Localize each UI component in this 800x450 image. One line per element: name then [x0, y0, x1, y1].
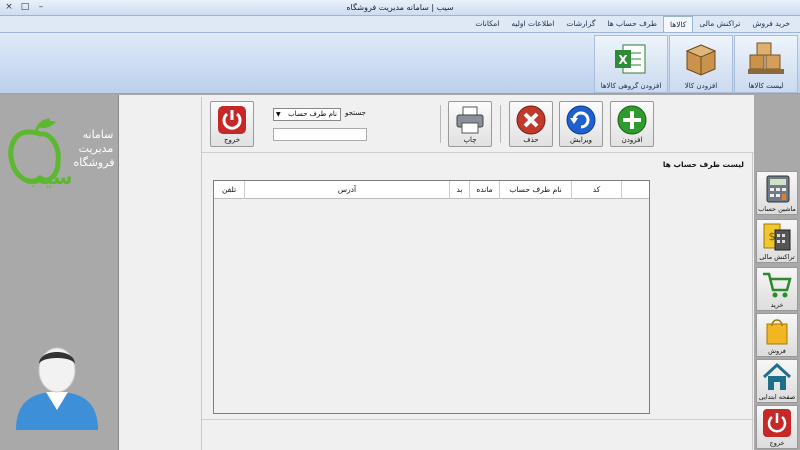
power-icon	[218, 106, 246, 134]
add-button[interactable]: افزودن	[610, 101, 654, 147]
ribbon-panel: لیست کالاها افزودن کالا X افزودن گروهی ک…	[0, 32, 800, 94]
cart-icon	[763, 272, 792, 298]
sidebar-item-label: خرید	[770, 301, 784, 309]
shopping-bag-icon	[766, 319, 788, 345]
sidebar-item-buy[interactable]: خرید	[756, 267, 798, 311]
refresh-icon	[566, 105, 596, 135]
logo-line3: فروشگاه	[73, 156, 114, 169]
sidebar-item-sell[interactable]: فروش	[756, 313, 798, 357]
edit-label: ویرایش	[569, 136, 592, 144]
print-button[interactable]: چاپ	[448, 101, 492, 147]
tab-reports[interactable]: گزارشات	[560, 16, 601, 32]
user-avatar	[16, 347, 98, 430]
products-list-label: لیست کالاها	[748, 82, 784, 90]
main-area: افزودن ویرایش حذف چاپ جستجو ▼ نام طرف حس…	[118, 95, 754, 450]
footer-divider	[202, 419, 754, 420]
tab-financial-transactions[interactable]: تراکنش مالی	[693, 16, 746, 32]
toolbar-separator	[440, 105, 441, 143]
add-product-label: افزودن کالا	[684, 82, 718, 90]
add-product-button[interactable]: افزودن کالا	[669, 35, 733, 93]
ribbon-tabs: خرید فروش تراکنش مالی کالاها طرف حساب ها…	[0, 16, 800, 32]
column-debit[interactable]: بد	[449, 181, 469, 199]
products-list-button[interactable]: لیست کالاها	[734, 35, 798, 93]
accounts-form: افزودن ویرایش حذف چاپ جستجو ▼ نام طرف حس…	[201, 97, 754, 450]
app-logo: سامانه مدیریت فروشگاه سیب	[8, 118, 115, 189]
boxes-stack-icon	[748, 42, 784, 74]
add-label: افزودن	[621, 136, 643, 144]
delete-label: حذف	[523, 136, 539, 144]
exit-label: خروج	[223, 136, 241, 144]
search-field-select[interactable]: ▼ نام طرف حساب	[273, 108, 341, 121]
bulk-add-products-button[interactable]: X افزودن گروهی کالاها	[594, 35, 668, 93]
column-address[interactable]: آدرس	[244, 181, 449, 199]
sidebar-item-label: تراکنش مالی	[759, 253, 795, 261]
sidebar-item-label: خروج	[769, 439, 785, 447]
chevron-down-icon: ▼	[276, 111, 281, 118]
tab-buy-sell[interactable]: خرید فروش	[746, 16, 796, 32]
svg-text:X: X	[618, 53, 628, 67]
print-label: چاپ	[463, 136, 477, 144]
delete-icon	[516, 105, 546, 135]
toolbar: افزودن ویرایش حذف چاپ جستجو ▼ نام طرف حس…	[202, 97, 754, 153]
sidebar-item-label: فروش	[768, 347, 786, 355]
right-sidebar: ماشین حساب $ تراکنش مالی خرید فروش صفحه …	[754, 95, 800, 450]
search-input[interactable]	[273, 128, 367, 141]
tab-accounts[interactable]: طرف حساب ها	[601, 16, 663, 32]
exit-button[interactable]: خروج	[210, 101, 254, 147]
excel-icon: X	[615, 44, 646, 74]
window-title: سیب | سامانه مدیریت فروشگاه	[346, 3, 454, 12]
edit-button[interactable]: ویرایش	[559, 101, 603, 147]
tab-products[interactable]: کالاها	[663, 16, 694, 32]
logo-line2: مدیریت	[79, 142, 114, 155]
sidebar-item-calculator[interactable]: ماشین حساب	[756, 171, 798, 215]
search-field-value: نام طرف حساب	[288, 110, 337, 118]
money-calculator-icon: $	[763, 223, 791, 251]
accounts-table[interactable]: کد نام طرف حساب مانده بد آدرس تلفن	[213, 180, 650, 414]
box-icon	[685, 44, 717, 76]
title-bar: × □ – سیب | سامانه مدیریت فروشگاه	[0, 0, 800, 16]
printer-icon	[456, 106, 484, 134]
sidebar-item-home[interactable]: صفحه ابتدایی	[756, 359, 798, 403]
logo-line1: سامانه	[83, 128, 114, 141]
row-header-cell	[621, 181, 649, 199]
search-label: جستجو	[345, 109, 366, 117]
sidebar-item-financial[interactable]: $ تراکنش مالی	[756, 219, 798, 263]
tab-features[interactable]: امکانات	[469, 16, 505, 32]
svg-text:$: $	[769, 230, 776, 243]
table-header: کد نام طرف حساب مانده بد آدرس تلفن	[214, 181, 649, 199]
sidebar-item-exit[interactable]: خروج	[756, 405, 798, 449]
calculator-icon	[766, 175, 790, 203]
power-icon	[763, 409, 791, 437]
home-icon	[762, 362, 792, 390]
bulk-add-products-label: افزودن گروهی کالاها	[600, 82, 662, 90]
sidebar-item-label: ماشین حساب	[758, 205, 796, 213]
logo-brand: سیب	[23, 165, 72, 189]
plus-icon	[617, 105, 647, 135]
column-code[interactable]: کد	[571, 181, 621, 199]
column-account-name[interactable]: نام طرف حساب	[499, 181, 571, 199]
list-title: لیست طرف حساب ها	[662, 160, 744, 169]
toolbar-separator	[500, 105, 501, 143]
column-balance[interactable]: مانده	[469, 181, 499, 199]
sidebar-item-label: صفحه ابتدایی	[758, 393, 796, 401]
column-phone[interactable]: تلفن	[214, 181, 244, 199]
delete-button[interactable]: حذف	[509, 101, 553, 147]
tab-base-info[interactable]: اطلاعات اولیه	[505, 16, 560, 32]
